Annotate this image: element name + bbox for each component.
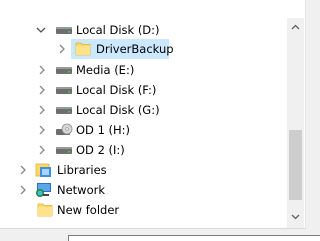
tree-item-new-folder[interactable]: New folder <box>0 200 287 220</box>
tree-item-libraries[interactable]: Libraries <box>0 160 287 180</box>
tree-item-od1-h[interactable]: OD 1 (H:) <box>0 120 287 140</box>
scroll-thumb[interactable] <box>289 130 302 200</box>
tree-item-label: Libraries <box>57 163 107 177</box>
tree-item-label: New folder <box>57 203 120 217</box>
tree-item-local-disk-d[interactable]: Local Disk (D:) <box>0 20 287 40</box>
tree-item-label: DriverBackup <box>96 42 174 56</box>
optical-drive-icon <box>55 123 73 137</box>
tree-item-local-disk-f[interactable]: Local Disk (F:) <box>0 80 287 100</box>
scroll-up-arrow-icon[interactable] <box>287 18 304 35</box>
chevron-right-icon[interactable] <box>37 125 47 135</box>
chevron-right-icon[interactable] <box>37 145 47 155</box>
drive-icon <box>55 63 73 77</box>
tree-item-label: Local Disk (G:) <box>76 103 160 117</box>
folder-icon <box>37 202 55 217</box>
libraries-icon <box>35 162 53 177</box>
tree-item-od2-i[interactable]: OD 2 (I:) <box>0 140 287 160</box>
chevron-down-icon[interactable] <box>36 25 46 35</box>
chevron-right-icon[interactable] <box>18 165 28 175</box>
scroll-down-arrow-icon[interactable] <box>287 208 304 225</box>
chevron-right-icon[interactable] <box>37 65 47 75</box>
folder-tree-panel[interactable]: Local Disk (D:) DriverBackup Media (E:) … <box>0 0 306 229</box>
drive-icon <box>55 83 73 97</box>
tree-item-label: Media (E:) <box>76 63 135 77</box>
drive-icon <box>55 103 73 117</box>
chevron-right-icon[interactable] <box>57 44 67 54</box>
tree-item-network[interactable]: Network <box>0 180 287 200</box>
tree-item-driverbackup[interactable]: DriverBackup <box>0 39 287 59</box>
vertical-scrollbar[interactable] <box>287 18 304 228</box>
tree-item-label: OD 1 (H:) <box>76 123 131 137</box>
tree-item-label: Network <box>57 183 106 197</box>
folder-icon <box>75 41 93 56</box>
tree-item-media-e[interactable]: Media (E:) <box>0 60 287 80</box>
chevron-right-icon[interactable] <box>37 85 47 95</box>
tree-item-label: OD 2 (I:) <box>76 143 125 157</box>
tree-item-label: Local Disk (F:) <box>76 83 157 97</box>
tree-item-local-disk-g[interactable]: Local Disk (G:) <box>0 100 287 120</box>
network-icon <box>35 182 53 197</box>
folder-name-input[interactable] <box>68 235 320 241</box>
tree-item-label: Local Disk (D:) <box>76 23 160 37</box>
drive-icon <box>55 23 73 37</box>
drive-icon <box>55 143 73 157</box>
chevron-right-icon[interactable] <box>18 185 28 195</box>
chevron-right-icon[interactable] <box>37 105 47 115</box>
